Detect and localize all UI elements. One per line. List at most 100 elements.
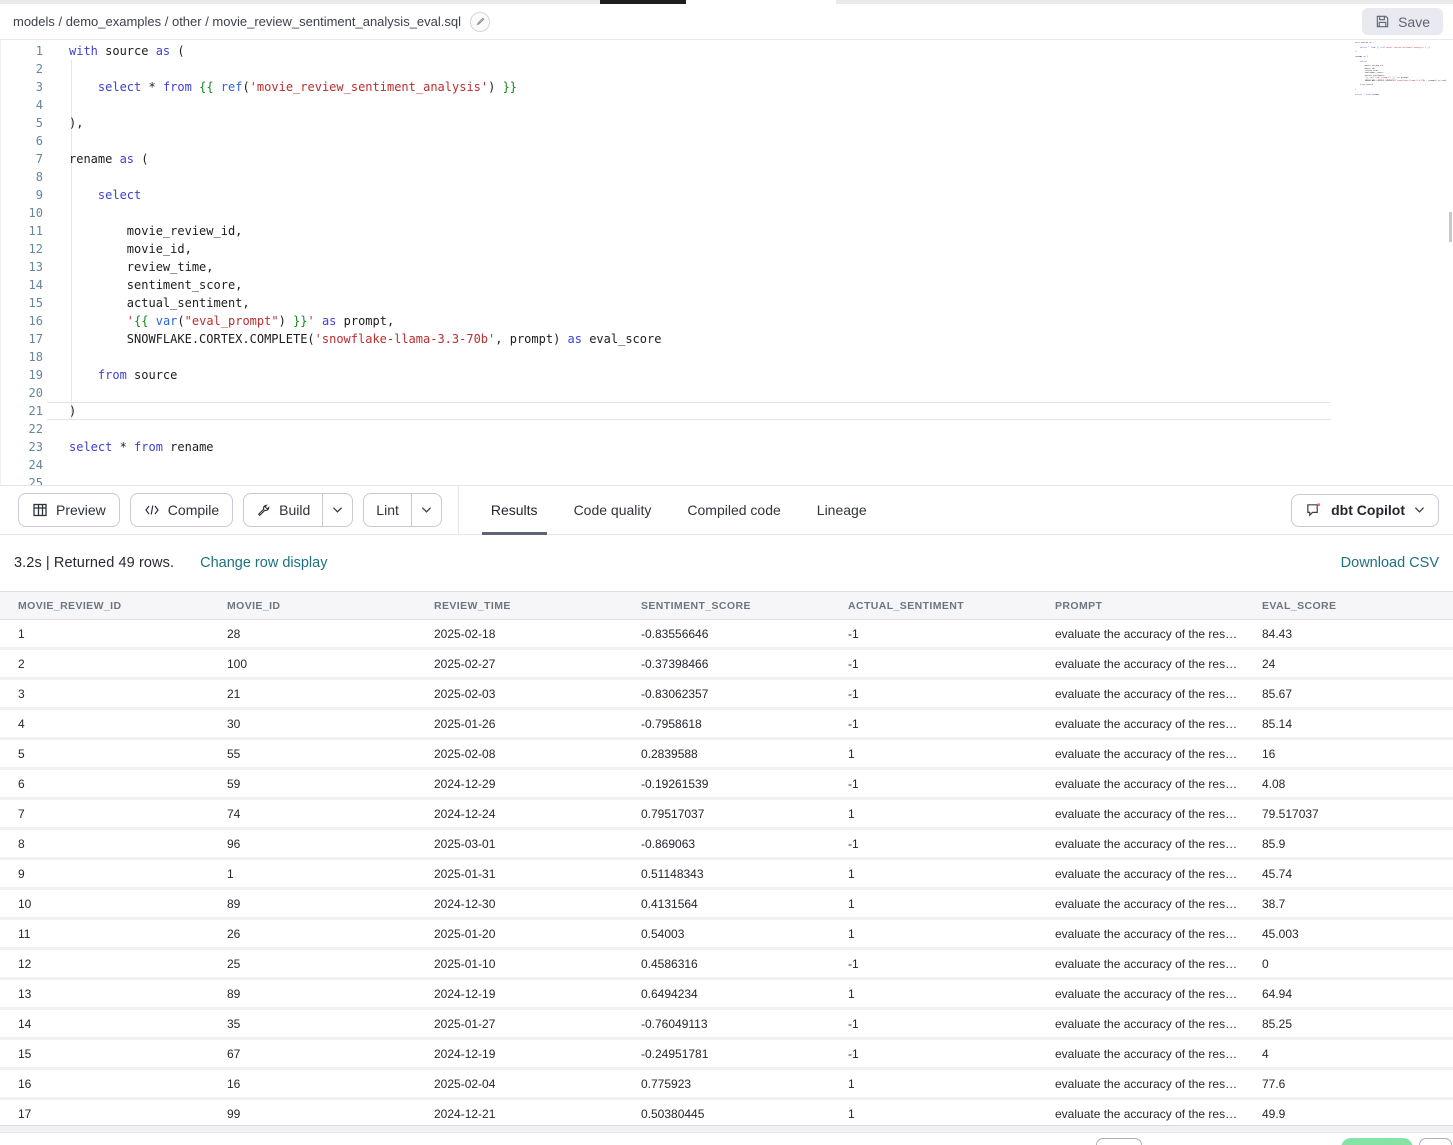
- table-row: 4302025-01-26-0.7958618-1evaluate the ac…: [0, 710, 1453, 740]
- editor-scrollbar-thumb[interactable]: [1449, 212, 1452, 242]
- cell: 2025-01-31: [416, 867, 623, 881]
- table-row: 1282025-02-18-0.83556646-1evaluate the a…: [0, 620, 1453, 650]
- cell: 1: [830, 807, 1037, 821]
- cell: 4.08: [1244, 777, 1453, 791]
- cell: 1: [830, 1077, 1037, 1091]
- browser-tab-fragment: [600, 0, 686, 4]
- tab-lineage[interactable]: Lineage: [799, 486, 885, 534]
- prompt-text: evaluate the accuracy of the res…: [1055, 717, 1237, 731]
- change-row-display-link[interactable]: Change row display: [200, 555, 327, 571]
- line-number: 10: [1, 204, 43, 222]
- line-number: 24: [1, 456, 43, 474]
- lint-dropdown-chevron[interactable]: [411, 494, 441, 526]
- cell: 12: [0, 957, 209, 971]
- cell: 2025-02-27: [416, 657, 623, 671]
- file-header: models / demo_examples / other / movie_r…: [0, 4, 1453, 40]
- breadcrumb[interactable]: models / demo_examples / other / movie_r…: [13, 12, 490, 32]
- tab-results[interactable]: Results: [473, 486, 556, 534]
- results-table: MOVIE_REVIEW_IDMOVIE_IDREVIEW_TIMESENTIM…: [0, 591, 1453, 1130]
- prompt-text: evaluate the accuracy of the res…: [1055, 837, 1237, 851]
- sql-code-editor[interactable]: 1with source as (23 select * from {{ ref…: [0, 40, 1453, 485]
- prompt-cell: evaluate the accuracy of the res…>: [1037, 837, 1244, 851]
- cell: 0.79517037: [623, 807, 830, 821]
- table-row: 10892024-12-300.41315641evaluate the acc…: [0, 890, 1453, 920]
- cell: 2024-12-21: [416, 1107, 623, 1121]
- file-status-icon[interactable]: [470, 12, 490, 32]
- table-row: 912025-01-310.511483431evaluate the accu…: [0, 860, 1453, 890]
- prompt-cell: evaluate the accuracy of the res…>: [1037, 897, 1244, 911]
- cell: -1: [830, 957, 1037, 971]
- prompt-text: evaluate the accuracy of the res…: [1055, 1107, 1237, 1121]
- browser-edge-strip: [0, 0, 1453, 4]
- cell: 99: [209, 1107, 416, 1121]
- build-dropdown-chevron[interactable]: [322, 494, 352, 526]
- horizontal-scrollbar[interactable]: [0, 1126, 1453, 1133]
- cutoff-button[interactable]: [1096, 1138, 1142, 1145]
- prompt-cell: evaluate the accuracy of the res…>: [1037, 987, 1244, 1001]
- prompt-text: evaluate the accuracy of the res…: [1055, 687, 1237, 701]
- code-line: [1329, 98, 1447, 100]
- prompt-cell: evaluate the accuracy of the res…>: [1037, 927, 1244, 941]
- cell: 3: [0, 687, 209, 701]
- code-line: 24: [1, 456, 1453, 474]
- breadcrumb-path[interactable]: models / demo_examples / other / movie_r…: [13, 14, 461, 29]
- prompt-cell: evaluate the accuracy of the res…>: [1037, 807, 1244, 821]
- column-header-movie_id[interactable]: MOVIE_ID: [209, 600, 416, 612]
- cell: 1: [209, 867, 416, 881]
- cell: 35: [209, 1017, 416, 1031]
- cell: 0.54003: [623, 927, 830, 941]
- results-status-bar: 3.2s | Returned 49 rows. Change row disp…: [0, 535, 1453, 591]
- code-line: 16 '{{ var("eval_prompt") }}' as prompt,: [1, 312, 1453, 330]
- cutoff-outline-button[interactable]: [1419, 1138, 1452, 1145]
- cell: -0.869063: [623, 837, 830, 851]
- compile-button[interactable]: Compile: [130, 493, 233, 527]
- line-number: 11: [1, 222, 43, 240]
- cell: 0: [1244, 957, 1453, 971]
- code-line: 13 review_time,: [1, 258, 1453, 276]
- grid-body: 1282025-02-18-0.83556646-1evaluate the a…: [0, 620, 1453, 1130]
- dbt-copilot-button[interactable]: dbt Copilot: [1291, 494, 1439, 527]
- cell: 1: [830, 897, 1037, 911]
- download-csv-link[interactable]: Download CSV: [1341, 555, 1439, 571]
- pencil-circle-icon: [475, 16, 486, 27]
- prompt-cell: evaluate the accuracy of the res…>: [1037, 747, 1244, 761]
- cell: -0.76049113: [623, 1017, 830, 1031]
- column-header-eval_score[interactable]: EVAL_SCORE: [1244, 600, 1453, 612]
- prompt-text: evaluate the accuracy of the res…: [1055, 897, 1237, 911]
- cell: 1: [0, 627, 209, 641]
- cell: 5: [0, 747, 209, 761]
- code-lines: 1with source as (23 select * from {{ ref…: [1, 42, 1453, 485]
- cell: 2024-12-30: [416, 897, 623, 911]
- cell: 2025-02-18: [416, 627, 623, 641]
- code-line: 10: [1, 204, 1453, 222]
- save-button[interactable]: Save: [1362, 8, 1443, 35]
- prompt-text: evaluate the accuracy of the res…: [1055, 867, 1237, 881]
- prompt-text: evaluate the accuracy of the res…: [1055, 1077, 1237, 1091]
- editor-minimap[interactable]: with source as ( select * from {{ ref('m…: [1329, 42, 1447, 101]
- line-number: 22: [1, 420, 43, 438]
- build-button[interactable]: Build: [244, 494, 322, 526]
- tab-compiled-code[interactable]: Compiled code: [669, 486, 798, 534]
- preview-button[interactable]: Preview: [18, 493, 120, 527]
- lint-button[interactable]: Lint: [364, 494, 411, 526]
- cell: 0.4586316: [623, 957, 830, 971]
- code-line: 9 select: [1, 186, 1453, 204]
- column-header-prompt[interactable]: PROMPT: [1037, 600, 1244, 612]
- line-number: 17: [1, 330, 43, 348]
- code-line: 21): [1, 402, 1453, 420]
- cell: 1: [830, 867, 1037, 881]
- prompt-cell: evaluate the accuracy of the res…>: [1037, 957, 1244, 971]
- line-number: 6: [1, 132, 43, 150]
- tab-code-quality[interactable]: Code quality: [556, 486, 670, 534]
- column-header-actual_sentiment[interactable]: ACTUAL_SENTIMENT: [830, 600, 1037, 612]
- cell: 85.14: [1244, 717, 1453, 731]
- cell: -1: [830, 687, 1037, 701]
- cell: 1: [830, 927, 1037, 941]
- column-header-movie_review_id[interactable]: MOVIE_REVIEW_ID: [0, 600, 209, 612]
- column-header-sentiment_score[interactable]: SENTIMENT_SCORE: [623, 600, 830, 612]
- code-line: 22: [1, 420, 1453, 438]
- column-header-review_time[interactable]: REVIEW_TIME: [416, 600, 623, 612]
- cutoff-green-button[interactable]: [1341, 1138, 1413, 1145]
- line-number: 9: [1, 186, 43, 204]
- cell: 67: [209, 1047, 416, 1061]
